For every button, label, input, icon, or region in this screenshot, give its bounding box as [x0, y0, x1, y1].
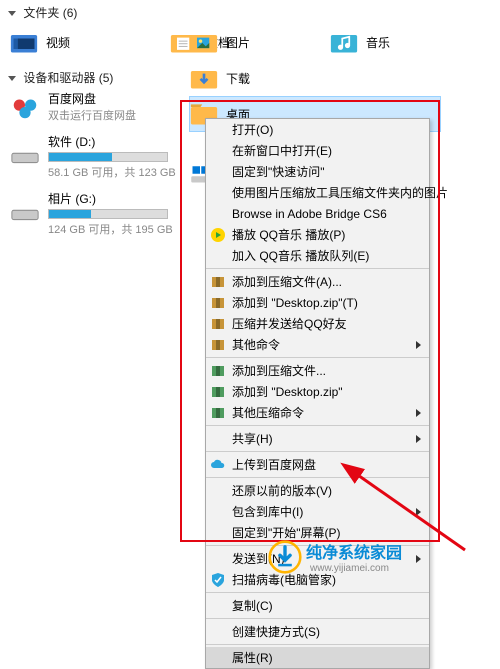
- drive-d[interactable]: 软件 (D:) 58.1 GB 可用，共 123 GB: [10, 133, 180, 180]
- cloud-icon: [210, 457, 226, 473]
- qqmusic-icon: [210, 227, 226, 243]
- drive-title: 软件 (D:): [48, 133, 180, 150]
- baidu-icon: [10, 92, 40, 122]
- archive-icon: [210, 274, 226, 290]
- ctx-pin-quick-access[interactable]: 固定到"快速访问": [206, 161, 429, 182]
- chevron-down-icon: [8, 76, 16, 81]
- archive-icon: [210, 337, 226, 353]
- video-folder-icon: [10, 28, 38, 56]
- ctx-qqmusic-play[interactable]: 播放 QQ音乐 播放(P): [206, 224, 429, 245]
- ctx-separator: [206, 644, 429, 645]
- folders-count: (6): [63, 6, 78, 20]
- folder-pictures[interactable]: 图片: [190, 25, 350, 59]
- ctx-compress-images[interactable]: 使用图片压缩放工具压缩文件夹内的图片: [206, 182, 429, 203]
- ctx-add-desktop-zip-2[interactable]: 添加到 "Desktop.zip": [206, 381, 429, 402]
- drive-baidu[interactable]: 百度网盘 双击运行百度网盘: [10, 90, 180, 123]
- ctx-zip-send-qq[interactable]: 压缩并发送给QQ好友: [206, 313, 429, 334]
- folders-title: 文件夹: [23, 6, 59, 20]
- drive-title: 百度网盘: [48, 90, 180, 107]
- ctx-create-shortcut[interactable]: 创建快捷方式(S): [206, 621, 429, 642]
- chevron-down-icon: [8, 11, 16, 16]
- ctx-copy[interactable]: 复制(C): [206, 595, 429, 616]
- folder-downloads[interactable]: 下载: [190, 61, 350, 95]
- archive2-icon: [210, 405, 226, 421]
- ctx-include-in-library[interactable]: 包含到库中(I): [206, 501, 429, 522]
- ctx-separator: [206, 357, 429, 358]
- ctx-open-new-window[interactable]: 在新窗口中打开(E): [206, 140, 429, 161]
- drive-usage-bar: [48, 209, 168, 219]
- drives-count: (5): [99, 71, 114, 85]
- ctx-add-archive[interactable]: 添加到压缩文件(A)...: [206, 271, 429, 292]
- folder-video[interactable]: 视频: [10, 25, 170, 59]
- shield-icon: [210, 572, 226, 588]
- pictures-folder-icon: [190, 28, 218, 56]
- ctx-add-desktop-zip[interactable]: 添加到 "Desktop.zip"(T): [206, 292, 429, 313]
- ctx-separator: [206, 451, 429, 452]
- downloads-folder-icon: [190, 64, 218, 92]
- drives-title: 设备和驱动器: [23, 71, 95, 85]
- context-menu: 打开(O) 在新窗口中打开(E) 固定到"快速访问" 使用图片压缩放工具压缩文件…: [205, 118, 430, 669]
- drive-title: 相片 (G:): [48, 190, 180, 207]
- watermark-logo-icon: [268, 540, 302, 574]
- watermark-url: www.yijiamei.com: [310, 563, 402, 574]
- hdd-icon: [10, 199, 40, 229]
- ctx-share[interactable]: 共享(H): [206, 428, 429, 449]
- hdd-icon: [10, 142, 40, 172]
- watermark-text: 纯净系统家园: [306, 545, 402, 562]
- drive-g[interactable]: 相片 (G:) 124 GB 可用，共 195 GB: [10, 190, 180, 237]
- folder-label: 图片: [226, 34, 250, 51]
- drive-subtitle: 124 GB 可用，共 195 GB: [48, 221, 180, 237]
- ctx-separator: [206, 425, 429, 426]
- archive-icon: [210, 295, 226, 311]
- folder-label: 视频: [46, 34, 70, 51]
- ctx-restore-previous[interactable]: 还原以前的版本(V): [206, 480, 429, 501]
- ctx-other-zip-commands[interactable]: 其他压缩命令: [206, 402, 429, 423]
- ctx-open[interactable]: 打开(O): [206, 119, 429, 140]
- ctx-separator: [206, 268, 429, 269]
- ctx-add-archive-2[interactable]: 添加到压缩文件...: [206, 360, 429, 381]
- drive-usage-bar: [48, 152, 168, 162]
- watermark: 纯净系统家园 www.yijiamei.com: [268, 539, 402, 574]
- folders-right-column: 图片 下载 桌面: [190, 25, 440, 133]
- ctx-separator: [206, 618, 429, 619]
- ctx-upload-baidu[interactable]: 上传到百度网盘: [206, 454, 429, 475]
- folder-label: 下载: [226, 70, 250, 87]
- folders-section-header[interactable]: 文件夹 (6): [0, 0, 500, 25]
- ctx-qqmusic-add[interactable]: 加入 QQ音乐 播放队列(E): [206, 245, 429, 266]
- ctx-separator: [206, 592, 429, 593]
- archive2-icon: [210, 363, 226, 379]
- archive2-icon: [210, 384, 226, 400]
- ctx-properties[interactable]: 属性(R): [206, 647, 429, 668]
- ctx-adobe-bridge[interactable]: Browse in Adobe Bridge CS6: [206, 203, 429, 224]
- drive-subtitle: 58.1 GB 可用，共 123 GB: [48, 164, 180, 180]
- drive-subtitle: 双击运行百度网盘: [48, 107, 180, 123]
- ctx-other-commands[interactable]: 其他命令: [206, 334, 429, 355]
- archive-icon: [210, 316, 226, 332]
- ctx-separator: [206, 477, 429, 478]
